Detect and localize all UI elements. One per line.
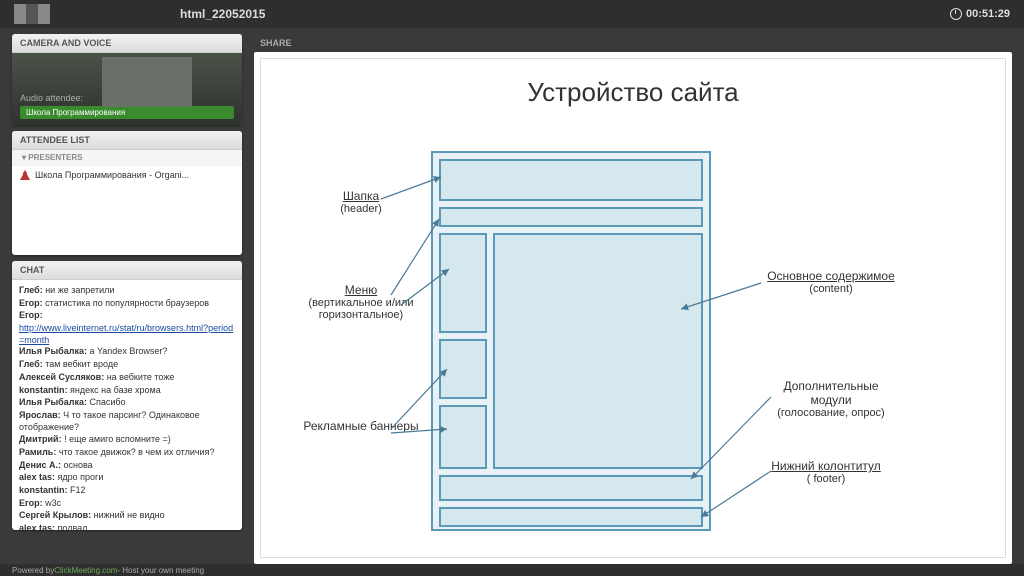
camera-panel: CAMERA AND VOICE Audio attendee: Школа П… [12,34,242,125]
footer-prefix: Powered by [12,566,54,575]
block-header [439,159,703,201]
timer-value: 00:51:29 [966,8,1010,20]
label-footer: Нижний колонтитул ( footer) [741,459,911,485]
presenter-name: Школа Программирования - Organi... [35,170,189,180]
slide: Устройство сайта Шапка (header) Мен [260,58,1006,558]
label-content: Основное содержимое (content) [741,269,921,295]
chat-line: alex tas: ядро проги [19,472,235,484]
chat-line: Глеб: ни же запретили [19,285,235,297]
chat-line: Рамиль: что такое движок? в чем их отлич… [19,447,235,459]
attendee-panel: ATTENDEE LIST PRESENTERS Школа Программи… [12,131,242,255]
footer-link[interactable]: ClickMeeting.com [54,566,117,575]
block-nav-vertical [439,233,487,333]
chat-body[interactable]: Глеб: ни же запретилиЕгор: статистика по… [12,280,242,530]
share-area: Устройство сайта Шапка (header) Мен [254,52,1012,564]
audio-attendee-label: Audio attendee: [20,93,234,103]
camera-body: Audio attendee: Школа Программирования [12,53,242,125]
block-ad1 [439,339,487,399]
footer: Powered by ClickMeeting.com - Host your … [0,564,1024,576]
chat-line: Глеб: там вебкит вроде [19,359,235,371]
chat-line: Егор: w3c [19,498,235,510]
attendee-panel-header: ATTENDEE LIST [12,131,242,150]
layout-diagram [431,151,711,531]
share-panel-header: SHARE [254,34,1012,52]
room-title: html_22052015 [180,7,265,21]
chat-line: Ярослав: Ч то такое парсинг? Одинаковое … [19,410,235,433]
label-header: Шапка (header) [311,189,411,215]
attendee-badge: Школа Программирования [20,106,234,119]
chat-line: Егор: [19,310,235,322]
clock-icon [950,8,962,20]
chat-line: Дмитрий: ! еще амиго вспомните =) [19,434,235,446]
block-nav-horizontal [439,207,703,227]
footer-suffix: - Host your own meeting [117,566,204,575]
person-icon [20,170,30,180]
chat-line: Сергей Крылов: нижний не видно [19,510,235,522]
chat-line: alex tas: подвал [19,523,235,530]
block-modules [439,475,703,501]
chat-line: Алексей Сусляков: на вебките тоже [19,372,235,384]
chat-line: Илья Рыбалка: Спасибо [19,397,235,409]
presenters-subheader[interactable]: PRESENTERS [12,150,242,166]
chat-line: Денис А.: основа [19,460,235,472]
chat-link[interactable]: http://www.liveinternet.ru/stat/ru/brows… [19,323,235,346]
camera-panel-header: CAMERA AND VOICE [12,34,242,53]
chat-line: konstantin: F12 [19,485,235,497]
block-content [493,233,703,469]
top-bar: html_22052015 00:51:29 [0,0,1024,28]
slide-title: Устройство сайта [261,77,1005,108]
presenter-row[interactable]: Школа Программирования - Organi... [12,166,242,184]
timer: 00:51:29 [950,8,1010,20]
chat-panel: CHAT Глеб: ни же запретилиЕгор: статисти… [12,261,242,530]
label-modules: Дополнительные модули (голосование, опро… [741,379,921,419]
label-ad: Рекламные баннеры [296,419,426,433]
chat-line: Егор: статистика по популярности браузер… [19,298,235,310]
logo [14,4,50,24]
chat-line: konstantin: яндекс на базе хрома [19,385,235,397]
chat-panel-header: CHAT [12,261,242,280]
block-ad2 [439,405,487,469]
label-menu: Меню (вертикальное и/или горизонтальное) [291,283,431,321]
chat-line: Илья Рыбалка: а Yandex Browser? [19,346,235,358]
block-footer [439,507,703,527]
